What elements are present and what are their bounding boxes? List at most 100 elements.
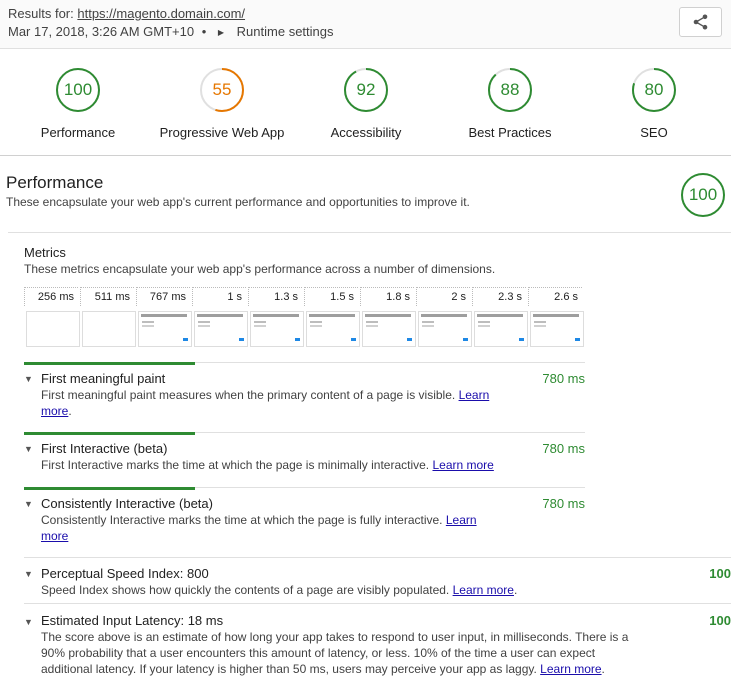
audit-title[interactable]: Consistently Interactive (beta) [41,496,213,511]
results-url-link[interactable]: https://magento.domain.com/ [77,6,245,21]
expand-caret-icon[interactable]: ▼ [24,374,33,384]
frame-thumbnail [82,311,136,347]
gauge-seo[interactable]: 80 SEO [584,67,724,140]
share-button[interactable] [679,7,722,37]
audit-title[interactable]: First Interactive (beta) [41,441,167,456]
audit-title[interactable]: Perceptual Speed Index: 800 [41,566,209,581]
frame-time: 1.8 s [360,287,414,306]
learn-more-link-cont[interactable]: more [41,404,68,418]
audit-title[interactable]: Estimated Input Latency: 18 ms [41,613,223,628]
frame-thumbnail [530,311,584,347]
gauge-accessibility[interactable]: 92 Accessibility [296,67,436,140]
runtime-settings-toggle[interactable]: Runtime settings [237,24,334,39]
gauge-label: SEO [640,125,668,140]
performance-description: These encapsulate your web app's current… [6,195,470,209]
audit-description-text: First Interactive marks the time at whic… [41,458,430,472]
expand-caret-icon[interactable]: ▼ [24,499,33,509]
audit-first-meaningful-paint: ▼ First meaningful paint 780 ms First me… [24,362,585,432]
gauge-pwa[interactable]: 55 Progressive Web App [152,67,292,140]
filmstrip-frame: 1 s [192,287,248,347]
gauge-score: 88 [500,80,520,99]
frame-thumbnail [306,311,360,347]
run-info-line: Mar 17, 2018, 3:26 AM GMT+10 • ▶ Runtime… [8,24,334,39]
expand-caret-icon[interactable]: ▼ [24,617,33,627]
learn-more-link-cont[interactable]: more [41,529,68,543]
gauge-label: Performance [40,125,116,140]
filmstrip-frame: 256 ms [24,287,80,347]
gauge-ring: 92 [343,67,389,113]
audit-score: 100 [709,566,731,581]
filmstrip-frame: 2 s [416,287,472,347]
frame-time: 2.6 s [528,287,582,306]
audit-score: 100 [709,613,731,628]
audit-title[interactable]: First meaningful paint [41,371,165,386]
gauge-ring: 100 [55,67,101,113]
learn-more-link[interactable]: Learn [446,513,477,527]
audit-description-line: The score above is an estimate of how lo… [41,630,629,644]
gauge-performance[interactable]: 100 Performance [8,67,148,140]
filmstrip-frame: 1.3 s [248,287,304,347]
audit-estimated-input-latency: ▼ Estimated Input Latency: 18 ms 100 The… [24,603,731,685]
audit-score-bar [24,432,195,435]
frame-time: 1.3 s [248,287,302,306]
gauge-ring: 88 [487,67,533,113]
filmstrip-frame: 767 ms [136,287,192,347]
frame-time: 2 s [416,287,470,306]
frame-time: 1 s [192,287,246,306]
learn-more-link[interactable]: Learn [459,388,490,402]
results-for-line: Results for: https://magento.domain.com/ [8,6,245,21]
audit-score-bar [24,487,195,490]
filmstrip-frame: 2.3 s [472,287,528,347]
gauge-ring: 80 [631,67,677,113]
learn-more-link[interactable]: Learn more [540,662,601,676]
audit-description: The score above is an estimate of how lo… [41,630,629,676]
filmstrip-frame: 1.5 s [304,287,360,347]
gauge-label: Best Practices [468,125,552,140]
frame-thumbnail [418,311,472,347]
gauge-best-practices[interactable]: 88 Best Practices [440,67,580,140]
performance-score-gauge: 100 [680,172,726,218]
gauge-score: 80 [644,80,664,99]
frame-thumbnail [26,311,80,347]
audit-divider [24,557,731,558]
gauge-score: 55 [212,80,232,99]
audit-first-interactive: ▼ First Interactive (beta) 780 ms First … [24,432,585,488]
performance-score: 100 [688,185,718,204]
learn-more-link[interactable]: Learn more [453,583,514,597]
metrics-heading: Metrics [24,245,66,260]
audit-description-text: Speed Index shows how quickly the conten… [41,583,450,597]
filmstrip: 256 ms 511 ms 767 ms 1 s 1.3 s 1.5 s 1.8… [24,287,585,349]
report-timestamp: Mar 17, 2018, 3:26 AM GMT+10 [8,24,195,39]
disclosure-triangle-icon[interactable]: ▶ [218,28,224,37]
metrics-description: These metrics encapsulate your web app's… [24,262,496,276]
gauge-ring: 55 [199,67,245,113]
learn-more-link[interactable]: Learn more [432,458,493,472]
audit-consistently-interactive: ▼ Consistently Interactive (beta) 780 ms… [24,487,585,557]
bullet-separator: • [201,24,207,39]
expand-caret-icon[interactable]: ▼ [24,444,33,454]
audit-description-text: Consistently Interactive marks the time … [41,513,443,527]
audit-description: First Interactive marks the time at whic… [41,457,581,473]
audit-description-text: First meaningful paint measures when the… [41,388,456,402]
audit-description-line: 90% probability that a user encounters t… [41,646,596,660]
gauge-label: Accessibility [330,125,402,140]
audit-description: Consistently Interactive marks the time … [41,512,541,544]
audit-divider [24,603,731,604]
audit-value: 780 ms [542,441,585,456]
filmstrip-frame: 1.8 s [360,287,416,347]
frame-thumbnail [138,311,192,347]
frame-thumbnail [362,311,416,347]
frame-thumbnail [194,311,248,347]
audit-score-bar [24,362,195,365]
frame-time: 1.5 s [304,287,358,306]
frame-thumbnail [250,311,304,347]
performance-heading: Performance [6,173,104,192]
audit-perceptual-speed-index: ▼ Perceptual Speed Index: 800 100 Speed … [24,557,731,603]
frame-time: 2.3 s [472,287,526,306]
results-prefix: Results for: [8,6,74,21]
audit-value: 780 ms [542,371,585,386]
audit-description: Speed Index shows how quickly the conten… [41,583,518,597]
frame-time: 256 ms [24,287,78,306]
expand-caret-icon[interactable]: ▼ [24,569,33,579]
filmstrip-frame: 511 ms [80,287,136,347]
